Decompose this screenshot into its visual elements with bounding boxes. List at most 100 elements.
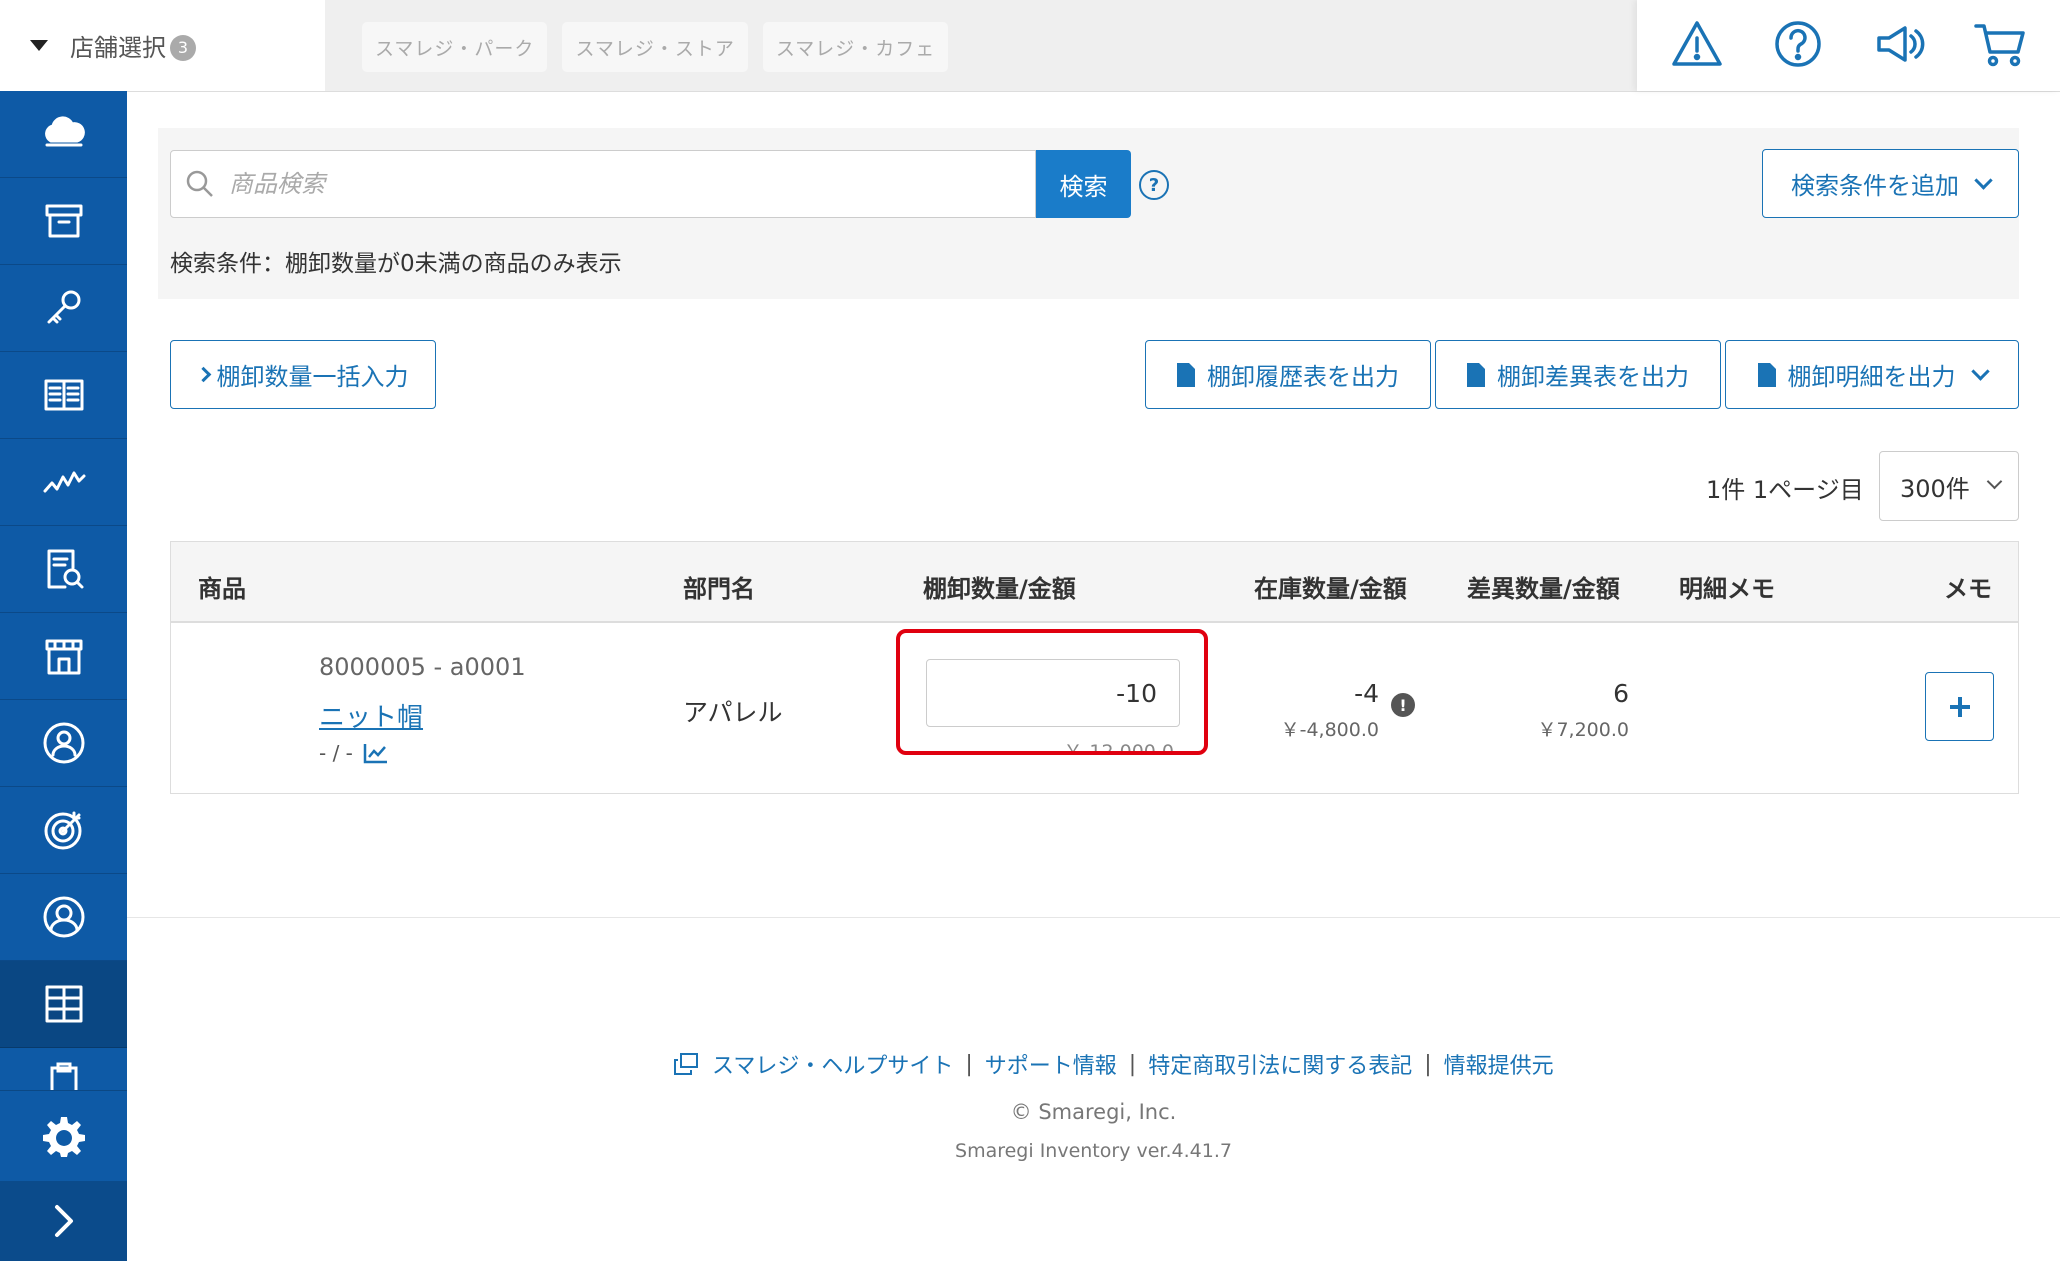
product-code: 8000005 - a0001 — [319, 653, 526, 681]
chevron-right-icon — [195, 366, 211, 383]
footer-links: スマレジ・ヘルプサイト | サポート情報 | 特定商取引法に関する表記 | 情報… — [672, 1048, 1554, 1080]
table-row: 8000005 - a0001 ニット帽 - / - アパレル ￥-12,000… — [171, 623, 2018, 793]
search-panel: 検索 ? 検索条件を追加 検索条件：棚卸数量が0未満の商品のみ表示 — [158, 128, 2019, 299]
report-icon — [47, 549, 83, 589]
add-memo-button[interactable] — [1925, 672, 1994, 741]
stock-amount: ￥-4,800.0 — [1280, 719, 1379, 741]
export-history-label: 棚卸履歴表を出力 — [1207, 363, 1399, 391]
export-diff-label: 棚卸差異表を出力 — [1497, 363, 1689, 391]
user-circle-icon — [43, 896, 84, 938]
warning-icon[interactable] — [1669, 16, 1725, 76]
sidebar-item-cloud[interactable] — [0, 91, 127, 178]
inventory-table: 商品 部門名 棚卸数量/金額 在庫数量/金額 差異数量/金額 明細メモ メモ 8… — [170, 541, 2019, 794]
product-name-link[interactable]: ニット帽 — [319, 697, 423, 734]
store-select-label: 店舗選択 — [70, 34, 166, 62]
sidebar — [0, 91, 127, 1261]
export-detail-button[interactable]: 棚卸明細を出力 — [1725, 340, 2019, 409]
diff-qty: 6 — [1613, 679, 1629, 708]
sidebar-item-member[interactable] — [0, 700, 127, 787]
help-icon[interactable] — [1770, 16, 1826, 76]
page-info: 1件 1ページ目 — [1706, 476, 1864, 504]
caret-down-icon — [30, 40, 48, 51]
store-tab-park[interactable]: スマレジ・パーク — [362, 22, 548, 72]
store-count-badge: 3 — [170, 34, 196, 61]
sidebar-item-user[interactable] — [0, 874, 127, 961]
table-header: 商品 部門名 棚卸数量/金額 在庫数量/金額 差異数量/金額 明細メモ メモ — [171, 542, 2018, 623]
inventory-qty-input[interactable] — [926, 659, 1180, 727]
settings-button[interactable] — [0, 1090, 127, 1181]
sidebar-item-report[interactable] — [0, 526, 127, 613]
user-badge-icon — [43, 722, 84, 764]
sidebar-item-archive[interactable] — [0, 178, 127, 265]
file-icon — [1757, 362, 1776, 387]
header-memo: メモ — [1944, 575, 1992, 603]
diff-amount: ￥7,200.0 — [1537, 719, 1629, 741]
exclamation-icon[interactable]: ! — [1391, 693, 1415, 717]
per-page-select[interactable]: 300件 — [1879, 451, 2019, 521]
search-icon — [186, 170, 213, 197]
sidebar-item-inventory[interactable] — [0, 961, 127, 1048]
footer-separator: | — [1128, 1051, 1137, 1077]
file-icon — [1467, 362, 1485, 387]
clipboard-icon — [50, 1062, 77, 1092]
file-icon — [1177, 362, 1195, 387]
gear-icon — [42, 1117, 85, 1157]
sidebar-expand-button[interactable] — [0, 1181, 127, 1261]
footer-separator: | — [965, 1051, 973, 1077]
store-tab-store[interactable]: スマレジ・ストア — [562, 22, 748, 72]
sidebar-item-book[interactable] — [0, 352, 127, 439]
search-button[interactable]: 検索 — [1036, 150, 1131, 218]
book-icon — [44, 379, 83, 411]
cart-icon[interactable] — [1972, 16, 2028, 76]
sidebar-item-store[interactable] — [0, 613, 127, 700]
product-meta-text: - / - — [319, 741, 353, 765]
sidebar-item-target[interactable] — [0, 787, 127, 874]
inventory-qty-highlight: ￥-12,000.0 — [896, 629, 1208, 755]
sidebar-item-clipboard[interactable] — [0, 1048, 127, 1092]
key-icon — [47, 290, 80, 324]
megaphone-icon[interactable] — [1871, 16, 1927, 76]
sidebar-bottom — [0, 1090, 127, 1261]
version-text: Smaregi Inventory ver.4.41.7 — [955, 1140, 1232, 1162]
chevron-down-icon — [1974, 171, 1993, 190]
search-input[interactable] — [227, 169, 1011, 199]
header-stock[interactable]: 在庫数量/金額 — [1254, 569, 1407, 604]
store-select-dropdown[interactable]: 店舗選択 3 — [0, 0, 325, 91]
header-detail-memo: 明細メモ — [1679, 575, 1775, 603]
search-condition-text: 検索条件：棚卸数量が0未満の商品のみ表示 — [170, 251, 622, 277]
external-window-icon — [674, 1053, 698, 1075]
department-name: アパレル — [683, 698, 783, 727]
footer-separator: | — [1424, 1051, 1432, 1077]
target-icon — [44, 811, 81, 850]
header-product[interactable]: 商品 — [198, 569, 246, 604]
add-condition-button[interactable]: 検索条件を追加 — [1762, 149, 2019, 218]
sidebar-item-analytics[interactable] — [0, 439, 127, 526]
footer-link-provider[interactable]: 情報提供元 — [1444, 1048, 1554, 1080]
footer-link-support[interactable]: サポート情報 — [985, 1048, 1117, 1080]
sidebar-item-key[interactable] — [0, 265, 127, 352]
stock-qty: -4 — [1354, 679, 1379, 708]
top-bar: 店舗選択 3 スマレジ・パーク スマレジ・ストア スマレジ・カフェ — [0, 0, 2060, 92]
footer-link-help[interactable]: スマレジ・ヘルプサイト — [712, 1048, 953, 1080]
header-inventory[interactable]: 棚卸数量/金額 — [923, 569, 1076, 604]
archive-icon — [45, 204, 82, 238]
search-help-icon[interactable]: ? — [1139, 170, 1169, 200]
header-diff[interactable]: 差異数量/金額 — [1467, 569, 1620, 604]
search-box — [170, 150, 1036, 218]
export-history-button[interactable]: 棚卸履歴表を出力 — [1145, 340, 1431, 409]
store-tab-cafe[interactable]: スマレジ・カフェ — [762, 22, 949, 72]
plus-icon — [1949, 696, 1970, 717]
footer-link-legal[interactable]: 特定商取引法に関する表記 — [1148, 1048, 1412, 1080]
top-icon-group — [1637, 0, 2060, 91]
header-dept[interactable]: 部門名 — [683, 569, 755, 604]
cloud-icon — [44, 116, 85, 147]
copyright: © Smaregi, Inc. — [1010, 1100, 1177, 1124]
product-meta: - / - — [319, 741, 389, 765]
export-detail-label: 棚卸明細を出力 — [1787, 363, 1956, 391]
chart-icon[interactable] — [363, 742, 389, 764]
grid-icon — [45, 985, 82, 1023]
bulk-input-button[interactable]: 棚卸数量一括入力 — [170, 340, 436, 409]
inventory-amount: ￥-12,000.0 — [1063, 741, 1174, 755]
export-diff-button[interactable]: 棚卸差異表を出力 — [1435, 340, 1721, 409]
store-icon — [45, 639, 82, 675]
